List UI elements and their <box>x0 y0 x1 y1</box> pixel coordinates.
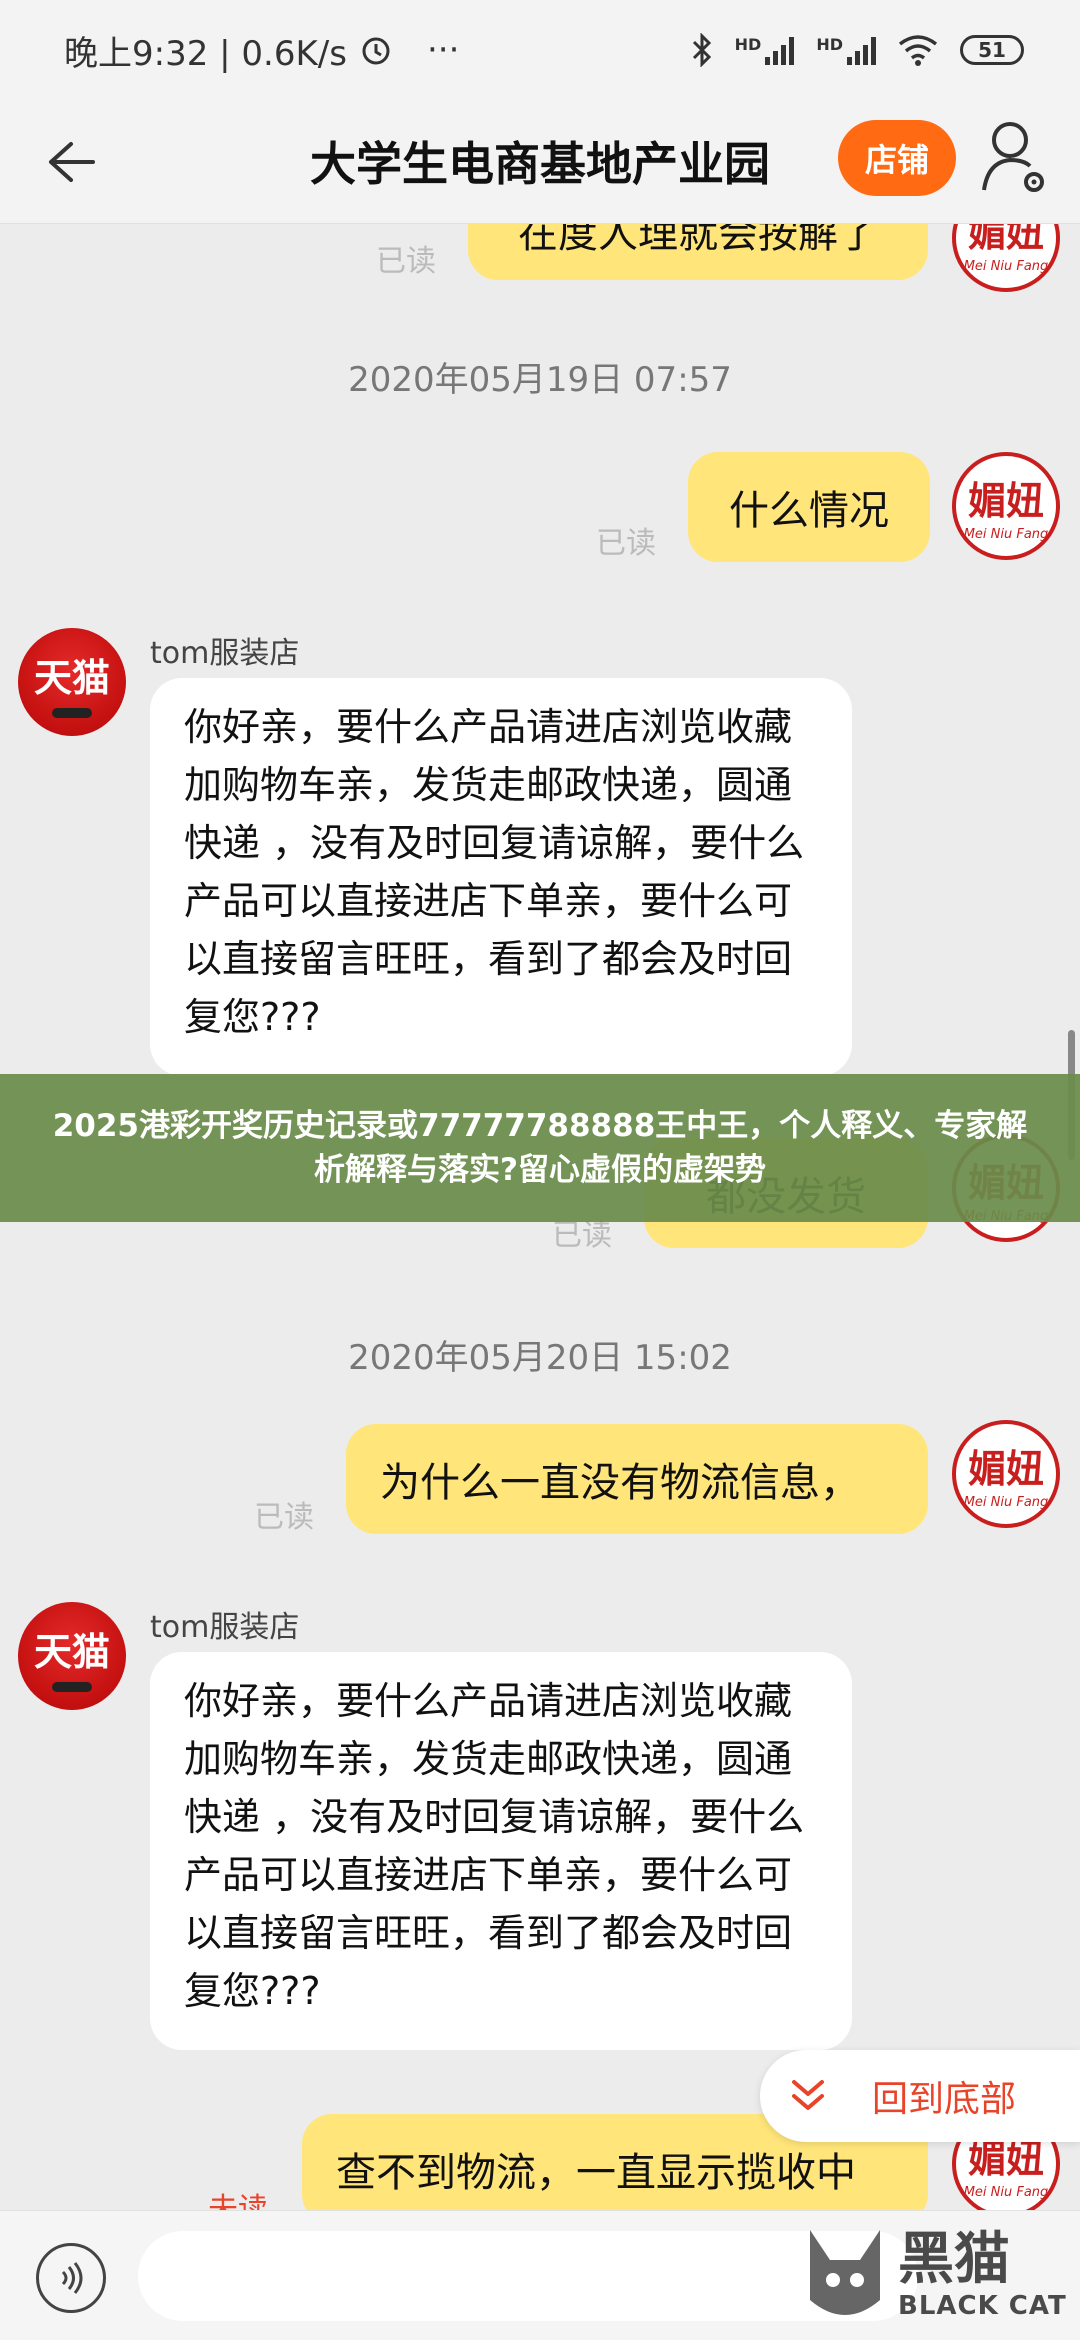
chat-header: 大学生电商基地产业园 店铺 <box>0 100 1080 224</box>
profile-settings-button[interactable] <box>980 116 1050 200</box>
status-right: HD HD 51 <box>691 33 1024 67</box>
network-type-2: HD <box>816 35 843 54</box>
message-bubble-self[interactable]: 为什么一直没有物流信息， <box>346 1424 928 1534</box>
avatar-sublabel: Mei Niu Fang <box>963 259 1049 274</box>
avatar-label: 天猫 <box>33 655 110 700</box>
battery-icon: 51 <box>960 35 1024 65</box>
avatar-sublabel: Mei Niu Fang <box>963 527 1049 542</box>
avatar-sublabel: Mei Niu Fang <box>963 2185 1049 2200</box>
avatar-label: 媚妞 <box>967 1447 1044 1491</box>
black-cat-logo-icon <box>810 2230 880 2315</box>
watermark-cn: 黑猫 <box>898 2227 1010 2292</box>
status-left: 晚上9:32 | 0.6K/s ··· <box>64 26 459 75</box>
message-bubble-self[interactable]: 什么情况 <box>688 452 930 562</box>
voice-button[interactable] <box>36 2243 106 2313</box>
voice-icon <box>61 2262 83 2294</box>
sender-name: tom服装店 <box>150 636 300 671</box>
read-status: 已读 <box>596 526 656 561</box>
user-avatar[interactable]: 媚妞 Mei Niu Fang <box>952 224 1060 292</box>
avatar-sublabel: Mei Niu Fang <box>963 1495 1049 1510</box>
avatar-label: 天猫 <box>33 1629 110 1674</box>
timestamp: 2020年05月20日 15:02 <box>348 1338 732 1378</box>
avatar-mouth <box>52 1681 92 1692</box>
status-bar: 晚上9:32 | 0.6K/s ··· HD HD 51 <box>0 0 1080 100</box>
shop-avatar[interactable]: 天猫 <box>18 628 126 736</box>
overlay-banner: 2025港彩开奖历史记录或77777788888王中王，个人释义、专家解析解释与… <box>0 1074 1080 1222</box>
alarm-icon <box>359 33 393 67</box>
read-status: 已读 <box>376 244 436 279</box>
scroll-to-bottom-label: 回到底部 <box>872 2079 1017 2120</box>
network-type-1: HD <box>734 35 762 54</box>
avatar-mouth <box>52 707 92 718</box>
user-avatar[interactable]: 媚妞 Mei Niu Fang <box>952 452 1060 560</box>
message-bubble-shop[interactable]: 你好亲，要什么产品请进店浏览收藏加购物车亲，发货走邮政快递，圆通快递 ，没有及时… <box>150 678 852 1076</box>
avatar-label: 媚妞 <box>967 479 1044 523</box>
more-status-icon: ··· <box>426 30 460 70</box>
watermark: 黑猫 BLACK CAT <box>800 2210 1080 2340</box>
signal-icon-1: HD <box>735 35 795 65</box>
double-chevron-down-icon <box>792 2080 824 2110</box>
user-settings-icon <box>982 122 1044 192</box>
message-bubble-shop[interactable]: 你好亲，要什么产品请进店浏览收藏加购物车亲，发货走邮政快递，圆通快递 ，没有及时… <box>150 1652 852 2050</box>
timestamp: 2020年05月19日 07:57 <box>348 360 732 400</box>
wifi-icon <box>898 34 938 66</box>
status-time: 晚上9:32 | 0.6K/s <box>64 33 347 74</box>
user-avatar[interactable]: 媚妞 Mei Niu Fang <box>952 1420 1060 1528</box>
arrow-left-icon <box>49 142 95 182</box>
shop-button[interactable]: 店铺 <box>838 120 956 196</box>
watermark-en: BLACK CAT <box>898 2291 1067 2321</box>
unread-status: 未读 <box>208 2192 268 2210</box>
scroll-to-bottom-button[interactable]: 回到底部 <box>760 2050 1080 2142</box>
sender-name: tom服装店 <box>150 1610 300 1645</box>
shop-avatar[interactable]: 天猫 <box>18 1602 126 1710</box>
message-bubble-self[interactable]: 在度人理就会按解了 <box>468 224 928 280</box>
read-status: 已读 <box>254 1500 314 1535</box>
bluetooth-icon <box>691 33 713 67</box>
back-button[interactable] <box>36 126 108 198</box>
signal-icon-2: HD <box>816 35 876 65</box>
avatar-label: 媚妞 <box>967 224 1044 255</box>
